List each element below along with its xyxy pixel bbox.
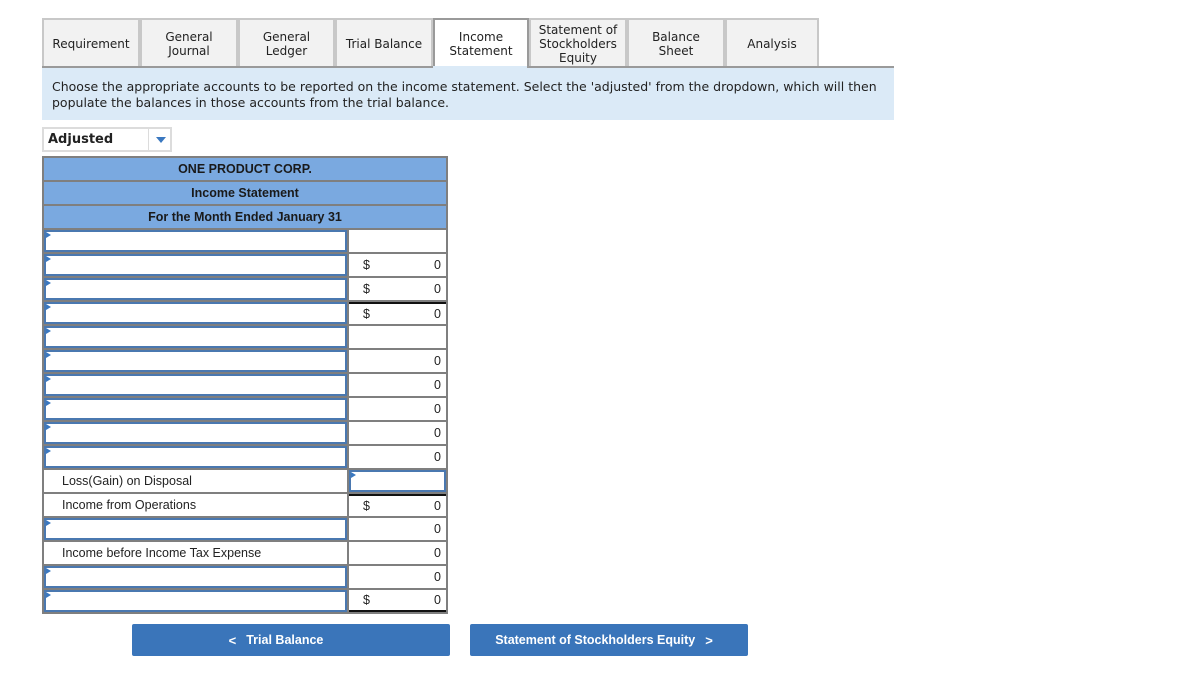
next-button-label: Statement of Stockholders Equity [495,633,696,647]
amount-cell [349,230,446,252]
amount-cell: 0 [349,518,446,540]
amount-input[interactable] [349,470,446,492]
currency-symbol: $ [363,499,370,513]
amount-cell: $0 [349,590,446,612]
amount-cell: 0 [349,422,446,444]
amount-cell: 0 [349,566,446,588]
tab-bar: Requirement General Journal General Ledg… [42,18,819,68]
tab-income-statement[interactable]: Income Statement [433,18,529,68]
amount-value: 0 [434,402,441,416]
amount-cell: $0 [349,278,446,300]
prev-button-label: Trial Balance [246,633,324,647]
amount-cell: $0 [349,254,446,276]
statement-row: $0 [44,302,446,324]
currency-symbol: $ [363,282,370,296]
account-select[interactable] [44,254,347,276]
chevron-down-icon[interactable] [156,136,166,143]
amount-value: 0 [434,426,441,440]
amount-value: 0 [434,307,441,321]
amount-value: 0 [434,378,441,392]
prev-trial-balance-button[interactable]: < Trial Balance [132,624,450,656]
account-select[interactable] [44,230,347,252]
amount-value: 0 [434,450,441,464]
amount-cell: 0 [349,374,446,396]
amount-cell: 0 [349,542,446,564]
statement-period: For the Month Ended January 31 [44,206,446,228]
next-stockholders-equity-button[interactable]: Statement of Stockholders Equity > [470,624,748,656]
account-select[interactable] [44,326,347,348]
statement-row [44,230,446,252]
tab-balance-sheet[interactable]: Balance Sheet [627,18,725,68]
statement-row: 0 [44,374,446,396]
company-name: ONE PRODUCT CORP. [44,158,446,180]
dropdown-selected-value: Adjusted [48,132,114,147]
account-select[interactable] [44,446,347,468]
statement-row: 0 [44,566,446,588]
tab-statement-of-stockholders-equity[interactable]: Statement of Stockholders Equity [529,18,627,68]
account-select[interactable] [44,566,347,588]
amount-value: 0 [434,570,441,584]
amount-cell: $0 [349,302,446,324]
tab-general-journal[interactable]: General Journal [140,18,238,68]
statement-row: 0 [44,446,446,468]
account-select[interactable] [44,302,347,324]
tab-requirement[interactable]: Requirement [42,18,140,68]
statement-row: 0 [44,422,446,444]
amount-value: 0 [434,282,441,296]
amount-value: 0 [434,499,441,513]
adjusted-dropdown[interactable]: Adjusted [42,127,172,152]
tab-general-ledger[interactable]: General Ledger [238,18,335,68]
statement-row: $0 [44,254,446,276]
amount-cell [349,326,446,348]
account-select[interactable] [44,518,347,540]
row-label: Income before Income Tax Expense [44,542,347,564]
amount-cell: 0 [349,398,446,420]
income-statement-table: ONE PRODUCT CORP. Income Statement For t… [42,156,448,614]
account-select[interactable] [44,422,347,444]
amount-value: 0 [434,354,441,368]
amount-value: 0 [434,546,441,560]
amount-value: 0 [434,593,441,607]
statement-row: 0 [44,398,446,420]
account-select[interactable] [44,350,347,372]
statement-row: 0 [44,518,446,540]
amount-cell: 0 [349,446,446,468]
statement-row: Income from Operations $0 [44,494,446,516]
tab-analysis[interactable]: Analysis [725,18,819,68]
amount-cell: 0 [349,350,446,372]
chevron-right-icon: > [705,632,713,648]
amount-value: 0 [434,258,441,272]
currency-symbol: $ [363,593,370,607]
amount-cell: $0 [349,494,446,516]
statement-row: $0 [44,278,446,300]
instruction-text: Choose the appropriate accounts to be re… [42,68,894,120]
account-select[interactable] [44,590,347,612]
account-select[interactable] [44,374,347,396]
tab-trial-balance[interactable]: Trial Balance [335,18,433,68]
row-label: Income from Operations [44,494,347,516]
amount-value: 0 [434,522,441,536]
account-select[interactable] [44,278,347,300]
statement-row: $0 [44,590,446,612]
statement-row: Income before Income Tax Expense 0 [44,542,446,564]
statement-title: Income Statement [44,182,446,204]
statement-row: Loss(Gain) on Disposal [44,470,446,492]
statement-row: 0 [44,350,446,372]
account-select[interactable] [44,398,347,420]
currency-symbol: $ [363,258,370,272]
row-label: Loss(Gain) on Disposal [44,470,347,492]
currency-symbol: $ [363,307,370,321]
chevron-left-icon: < [228,632,237,648]
statement-row [44,326,446,348]
